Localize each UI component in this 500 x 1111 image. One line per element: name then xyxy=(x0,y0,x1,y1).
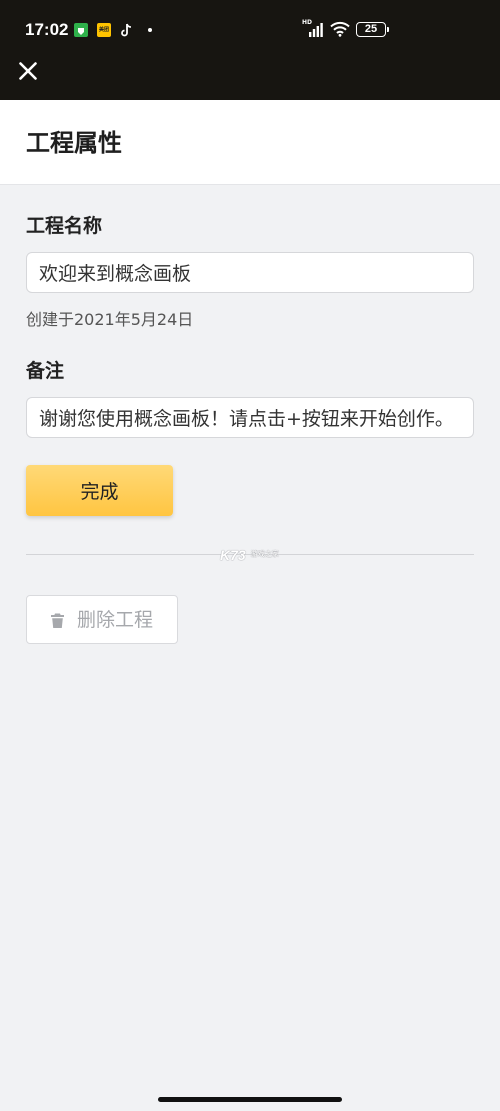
created-date-text: 创建于2021年5月24日 xyxy=(26,310,194,329)
project-name-input[interactable] xyxy=(26,252,474,293)
watermark-sub: 游戏之家 xyxy=(250,550,279,558)
delete-project-label: 删除工程 xyxy=(77,609,154,631)
watermark: K73 游戏之家 xyxy=(220,545,282,563)
trash-icon xyxy=(51,613,64,628)
delete-project-button[interactable]: 删除工程 xyxy=(26,595,178,644)
status-time: 17:02 xyxy=(25,20,69,39)
close-icon xyxy=(19,62,37,80)
signal-icon xyxy=(302,22,324,38)
battery-indicator: 25 xyxy=(356,22,386,37)
close-button[interactable] xyxy=(14,57,42,85)
project-name-label: 工程名称 xyxy=(26,215,103,237)
done-button[interactable]: 完成 xyxy=(26,465,173,516)
page-title: 工程属性 xyxy=(26,129,122,157)
dot-icon xyxy=(148,28,152,32)
page-header: 工程属性 xyxy=(0,100,500,185)
project-properties-screen: 17:02 美团 HD 25 工程属性 工程名称 欢迎来到概念画板 创建于202… xyxy=(0,0,500,1111)
app-green-icon xyxy=(74,23,88,37)
meituan-icon: 美团 xyxy=(97,23,111,37)
top-bar: 17:02 美团 HD 25 xyxy=(0,0,500,100)
note-input[interactable] xyxy=(26,397,474,438)
watermark-main: K73 xyxy=(220,547,246,563)
wifi-icon xyxy=(330,21,350,37)
note-label: 备注 xyxy=(26,360,65,382)
tiktok-icon xyxy=(121,22,133,38)
battery-tip xyxy=(387,27,389,32)
home-indicator[interactable] xyxy=(158,1097,342,1102)
